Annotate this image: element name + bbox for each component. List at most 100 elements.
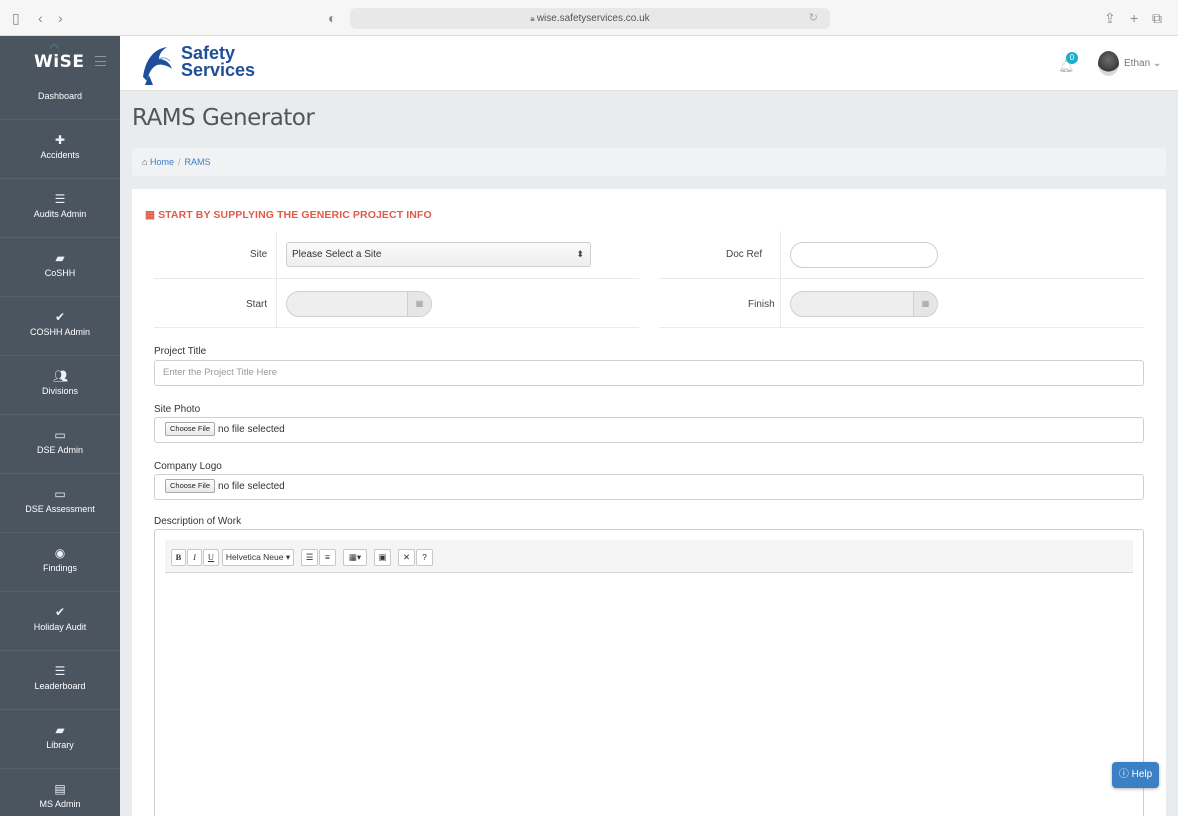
row-divider <box>154 327 639 328</box>
sidebar-item-leaderboard[interactable]: ☰ Leaderboard <box>0 651 120 710</box>
company-brand: Safety Services <box>181 44 255 79</box>
list-icon: ☰ <box>54 664 66 678</box>
sidebar-item-findings[interactable]: ◉ Findings <box>0 533 120 592</box>
page-title: RAMS Generator <box>132 105 315 131</box>
eye-icon: ◉ <box>54 546 66 560</box>
sidebar-item-label: Holiday Audit <box>33 622 87 632</box>
privacy-shield-icon[interactable]: ◐ <box>328 10 336 26</box>
fullscreen-icon[interactable]: ✕ <box>398 549 415 566</box>
book-icon: ▰ <box>55 251 65 265</box>
site-select[interactable]: Please Select a Site ⬍ <box>286 242 591 267</box>
sidebar-item-label: Divisions <box>41 386 78 396</box>
sidebar-item-label: Accidents <box>40 150 80 160</box>
site-select-value: Please Select a Site <box>292 249 382 260</box>
sidebar-item-accidents[interactable]: ✚ Accidents <box>0 120 120 179</box>
user-menu[interactable]: Ethan ⌄ <box>1124 58 1161 69</box>
italic-button[interactable]: I <box>187 549 202 566</box>
row-divider <box>659 327 1144 328</box>
reload-icon[interactable]: ↻ <box>809 8 818 29</box>
row-divider <box>154 278 639 279</box>
back-icon[interactable]: ‹ <box>38 10 43 26</box>
first-aid-icon: ✚ <box>54 133 66 147</box>
description-editor[interactable]: B I U Helvetica Neue ▾ ☰ ≡ ▦▾ ▣ ✕ ? <box>154 529 1144 816</box>
sidebar-item-holiday-audit[interactable]: ✔ Holiday Audit <box>0 592 120 651</box>
sidebar-item-label: CoSHH <box>44 268 76 278</box>
sidebar-item-audits-admin[interactable]: ☰ Audits Admin <box>0 179 120 238</box>
app-logo-area: ◠ WiSE <box>0 36 120 91</box>
image-icon[interactable]: ▣ <box>374 549 391 566</box>
description-label: Description of Work <box>154 516 242 527</box>
section-heading-text: START BY SUPPLYING THE GENERIC PROJECT I… <box>158 209 432 221</box>
sidebar-toggle-icon[interactable]: ▯ <box>12 10 20 26</box>
chevron-down-icon: ⌄ <box>1152 58 1162 69</box>
doc-ref-input[interactable] <box>790 242 938 268</box>
column-divider <box>276 231 277 327</box>
user-name: Ethan <box>1124 58 1151 69</box>
row-divider <box>659 278 1144 279</box>
sidebar-item-label: DSE Admin <box>36 445 84 455</box>
sidebar-item-label: Leaderboard <box>34 681 86 691</box>
project-title-input[interactable]: Enter the Project Title Here <box>154 360 1144 386</box>
forward-icon[interactable]: › <box>58 10 63 26</box>
breadcrumb-home-link[interactable]: Home <box>150 157 174 167</box>
sidebar-item-dse-admin[interactable]: ▭ DSE Admin <box>0 415 120 474</box>
sidebar-item-label: MS Admin <box>39 799 81 809</box>
new-tab-icon[interactable]: + <box>1130 10 1138 26</box>
sidebar-item-ms-admin[interactable]: ▤ MS Admin <box>0 769 120 816</box>
calendar-icon: ▦ <box>145 209 156 221</box>
avatar[interactable] <box>1098 51 1119 76</box>
rams-form-card: ▦ START BY SUPPLYING THE GENERIC PROJECT… <box>132 189 1166 816</box>
address-bar[interactable]: 🔒︎ wise.safetyservices.co.uk ↻ <box>350 8 830 29</box>
caret-down-icon: ▾ <box>285 552 291 562</box>
users-icon: 👥︎ <box>53 369 69 383</box>
sidebar-item-label: Audits Admin <box>33 209 87 219</box>
home-icon: ⌂ <box>142 157 148 167</box>
calendar-icon[interactable]: ▦ <box>913 292 937 316</box>
sidebar-item-dse-assessment[interactable]: ▭ DSE Assessment <box>0 474 120 533</box>
file-status: no file selected <box>218 424 285 435</box>
help-button-label: Help <box>1131 769 1153 780</box>
sidebar-nav: ▥ Dashboard ✚ Accidents ☰ Audits Admin ▰… <box>0 91 120 816</box>
help-icon[interactable]: ? <box>416 549 433 566</box>
table-icon[interactable]: ▦▾ <box>343 549 367 566</box>
menu-toggle-icon[interactable] <box>95 56 106 66</box>
sidebar-item-coshh[interactable]: ▰ CoSHH <box>0 238 120 297</box>
help-button[interactable]: ⓘ Help <box>1112 762 1159 788</box>
font-family-value: Helvetica Neue <box>225 552 284 562</box>
app-logo[interactable]: WiSE <box>34 52 84 72</box>
share-icon[interactable]: ⇪ <box>1104 10 1116 26</box>
start-label: Start <box>246 299 268 310</box>
monitor-icon: ▭ <box>54 428 66 442</box>
finish-label: Finish <box>748 299 775 310</box>
calendar-icon[interactable]: ▦ <box>407 292 431 316</box>
underline-button[interactable]: U <box>203 549 219 566</box>
site-photo-label: Site Photo <box>154 404 201 415</box>
monitor-icon: ▭ <box>54 487 66 501</box>
file-status: no file selected <box>218 481 285 492</box>
font-family-dropdown[interactable]: Helvetica Neue ▾ <box>222 549 294 566</box>
breadcrumb: ⌂ Home / RAMS <box>132 148 1166 176</box>
bullet-list-icon[interactable]: ☰ <box>301 549 318 566</box>
company-logo-label: Company Logo <box>154 461 222 472</box>
browser-toolbar: ▯ ‹ › ◐ 🔒︎ wise.safetyservices.co.uk ↻ ⇪… <box>0 0 1178 36</box>
dolphin-logo-icon <box>143 47 172 85</box>
numbered-list-icon[interactable]: ≡ <box>319 549 336 566</box>
sidebar-item-coshh-admin[interactable]: ✔ COSHH Admin <box>0 297 120 356</box>
breadcrumb-current[interactable]: RAMS <box>184 157 210 167</box>
choose-file-button[interactable]: Choose File <box>165 479 216 494</box>
sidebar-item-divisions[interactable]: 👥︎ Divisions <box>0 356 120 415</box>
sidebar-item-dashboard[interactable]: ▥ Dashboard <box>0 91 120 120</box>
finish-date-input[interactable]: ▦ <box>790 291 938 317</box>
choose-file-button[interactable]: Choose File <box>165 422 216 437</box>
app-header: ◠ WiSE Safety Services 🔔︎ 0 Ethan ⌄ <box>0 36 1178 91</box>
sidebar-item-library[interactable]: ▰ Library <box>0 710 120 769</box>
company-logo-file-input[interactable]: Choose File no file selected <box>154 474 1144 500</box>
site-photo-file-input[interactable]: Choose File no file selected <box>154 417 1144 443</box>
sidebar-item-label: Dashboard <box>37 91 83 101</box>
bold-button[interactable]: B <box>171 549 186 566</box>
doc-ref-label: Doc Ref <box>726 249 763 260</box>
checkmark-icon: ✔ <box>54 310 66 324</box>
tabs-overview-icon[interactable]: ⧉ <box>1152 10 1162 26</box>
start-date-input[interactable]: ▦ <box>286 291 432 317</box>
sidebar-item-label: COSHH Admin <box>29 327 91 337</box>
